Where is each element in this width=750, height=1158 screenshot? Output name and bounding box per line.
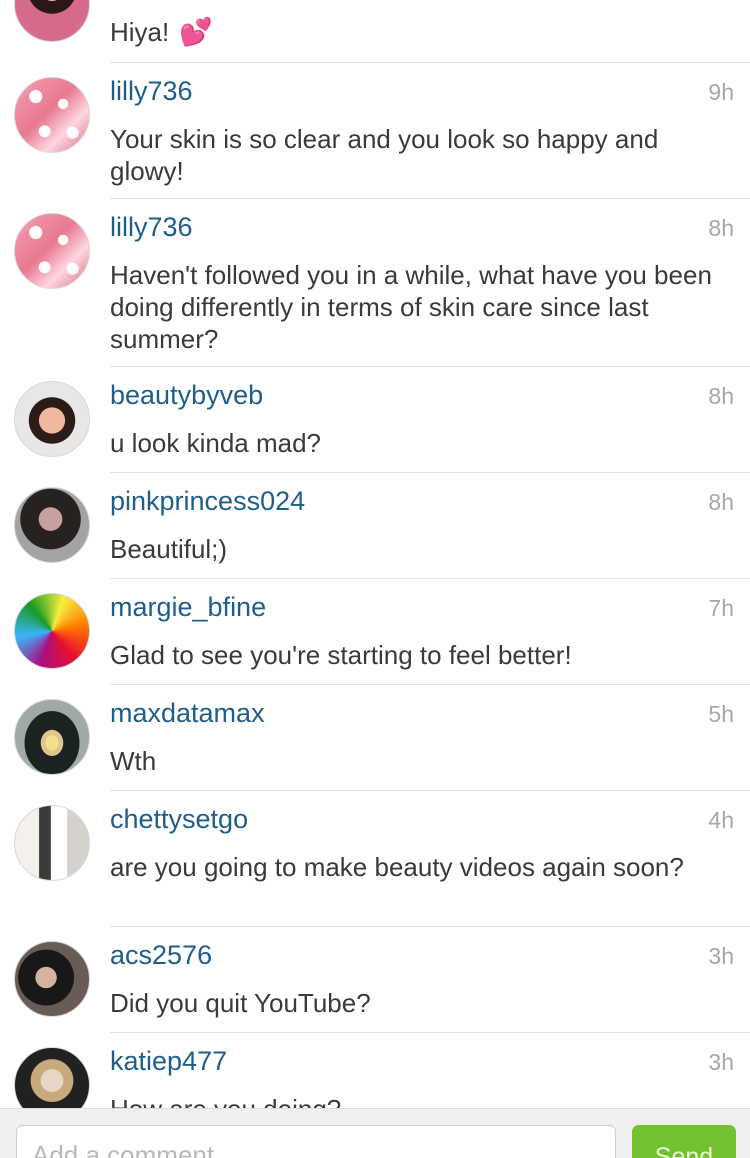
comment-text: How are you doing? [110,1093,730,1108]
comment-username[interactable]: chettysetgo [110,803,248,835]
user-avatar[interactable] [14,593,90,669]
comment-text: Haven't followed you in a while, what ha… [110,260,712,354]
comment-item: lilly736 9h Your skin is so clear and yo… [0,63,750,199]
send-button[interactable]: Send [632,1125,736,1158]
user-avatar[interactable] [14,699,90,775]
hearts-emoji: 💕 [179,17,213,47]
comment-username[interactable]: beautybyveb [110,379,263,411]
user-avatar[interactable] [14,487,90,563]
comment-item: Hiya! 💕 [0,0,750,62]
comment-timestamp: 5h [708,701,734,727]
comment-input[interactable] [16,1125,616,1158]
comment-text: u look kinda mad? [110,428,322,458]
user-avatar[interactable] [14,941,90,1017]
comment-text: are you going to make beauty videos agai… [110,852,684,882]
comment-username[interactable]: acs2576 [110,939,212,971]
comment-username[interactable]: katiep477 [110,1045,227,1077]
user-avatar[interactable] [14,805,90,881]
user-avatar[interactable] [14,0,90,42]
user-avatar[interactable] [14,77,90,153]
comment-timestamp: 8h [708,215,734,241]
comment-item: pinkprincess024 8h Beautiful;) [0,473,750,578]
comment-item: lilly736 8h Haven't followed you in a wh… [0,199,750,366]
user-avatar[interactable] [14,1047,90,1108]
comments-screen: Hiya! 💕 lilly736 9h Your skin is so clear… [0,0,750,1158]
comment-text: Wth [110,746,157,776]
comment-item: margie_bfine 7h Glad to see you're start… [0,579,750,684]
comment-text: Beautiful;) [110,534,228,564]
comment-text: Your skin is so clear and you look so ha… [110,124,659,186]
comments-list[interactable]: Hiya! 💕 lilly736 9h Your skin is so clear… [0,0,750,1108]
user-avatar[interactable] [14,213,90,289]
comment-username[interactable]: lilly736 [110,211,193,243]
comment-timestamp: 7h [708,595,734,621]
comment-username[interactable]: lilly736 [110,75,193,107]
comment-item: maxdatamax 5h Wth [0,685,750,790]
user-avatar[interactable] [14,381,90,457]
comment-timestamp: 3h [708,1049,734,1075]
comment-username[interactable]: maxdatamax [110,697,265,729]
comment-text: Did you quit YouTube? [110,988,371,1018]
comment-item: acs2576 3h Did you quit YouTube? [0,927,750,1032]
comment-text: Glad to see you're starting to feel bett… [110,640,572,670]
comment-timestamp: 4h [708,807,734,833]
comment-timestamp: 8h [708,383,734,409]
comment-timestamp: 3h [708,943,734,969]
comment-username[interactable]: pinkprincess024 [110,485,305,517]
comment-composer: Send [0,1108,750,1158]
comment-timestamp: 9h [708,79,734,105]
comment-item: beautybyveb 8h u look kinda mad? [0,367,750,472]
comment-text: Hiya! 💕 [110,17,213,47]
comment-username[interactable]: margie_bfine [110,591,266,623]
comment-item: katiep477 3h How are you doing? [0,1033,750,1108]
comment-item: chettysetgo 4h are you going to make bea… [0,791,750,927]
comment-timestamp: 8h [708,489,734,515]
